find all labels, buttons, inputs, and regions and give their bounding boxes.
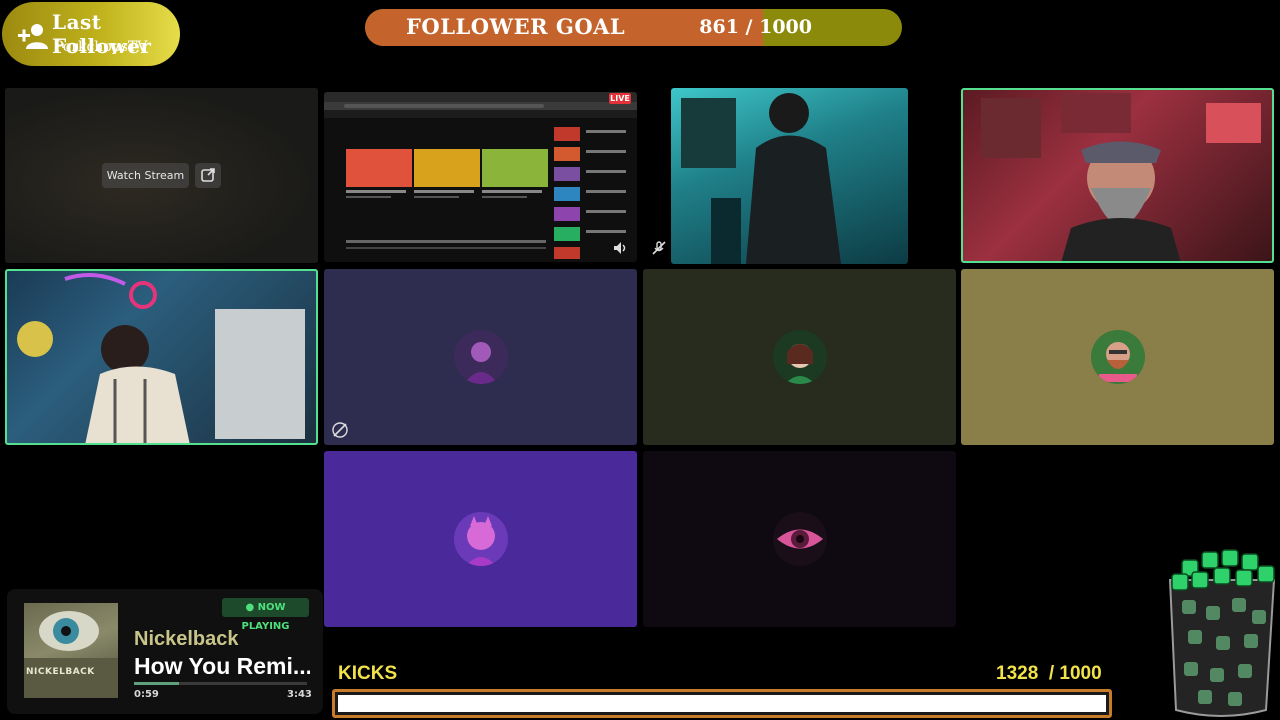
album-art-text: NICKELBACK [26,667,95,677]
now-playing-badge: ● NOW PLAYING [222,598,309,632]
track-progress-fill [134,682,179,685]
kicks-progress-bar [332,689,1112,718]
screen-share-tile[interactable] [324,92,637,262]
participant-tile[interactable] [961,269,1274,445]
participant-avatar [453,330,508,384]
popout-icon [201,168,215,182]
watch-stream-button[interactable]: Watch Stream [102,163,189,188]
muted-mic-icon [652,241,666,255]
participant-tile[interactable] [324,451,637,627]
webcam-video [17,273,305,445]
screen-share-content [324,92,637,259]
webcam-tile[interactable] [671,88,908,264]
kicks-jar-icon [1168,549,1276,717]
participant-tile[interactable] [643,269,956,445]
participant-avatar [453,512,508,566]
add-person-icon [18,24,48,49]
stream-overlay: Last Follower PorkchopsTV FOLLOWER GOAL … [0,0,1280,720]
follower-goal-bar: FOLLOWER GOAL 861 / 1000 [365,9,902,46]
participant-tile[interactable] [643,451,956,627]
live-badge: LIVE [609,93,631,104]
last-follower-badge: Last Follower PorkchopsTV [2,2,180,66]
webcam-tile-speaking[interactable] [5,269,318,445]
kicks-progress-fill [338,695,1106,712]
webcam-video [981,93,1261,263]
popout-button[interactable] [195,163,221,188]
track-progress-bar [134,682,307,685]
follower-goal-count: 861 / 1000 [699,16,812,38]
track-artist: Nickelback [134,628,239,650]
now-playing-widget: NICKELBACK ● NOW PLAYING Nickelback How … [7,589,323,714]
participant-avatar [772,512,827,566]
participant-avatar [1090,330,1145,384]
track-elapsed-time: 0:59 [134,689,159,700]
volume-icon[interactable] [611,239,629,257]
last-follower-name: PorkchopsTV [54,39,148,55]
muted-mic-icon [332,422,348,438]
track-title: How You Remi... [134,653,310,679]
webcam-video [681,93,841,264]
track-total-time: 3:43 [287,689,312,700]
participant-avatar [772,330,827,384]
kicks-count: 1328 / 1000 [996,663,1102,684]
webcam-tile-speaking[interactable] [961,88,1274,263]
kicks-label: KICKS [338,663,398,684]
album-art: NICKELBACK [24,603,118,698]
follower-goal-label: FOLLOWER GOAL [406,14,626,39]
participant-tile[interactable] [324,269,637,445]
